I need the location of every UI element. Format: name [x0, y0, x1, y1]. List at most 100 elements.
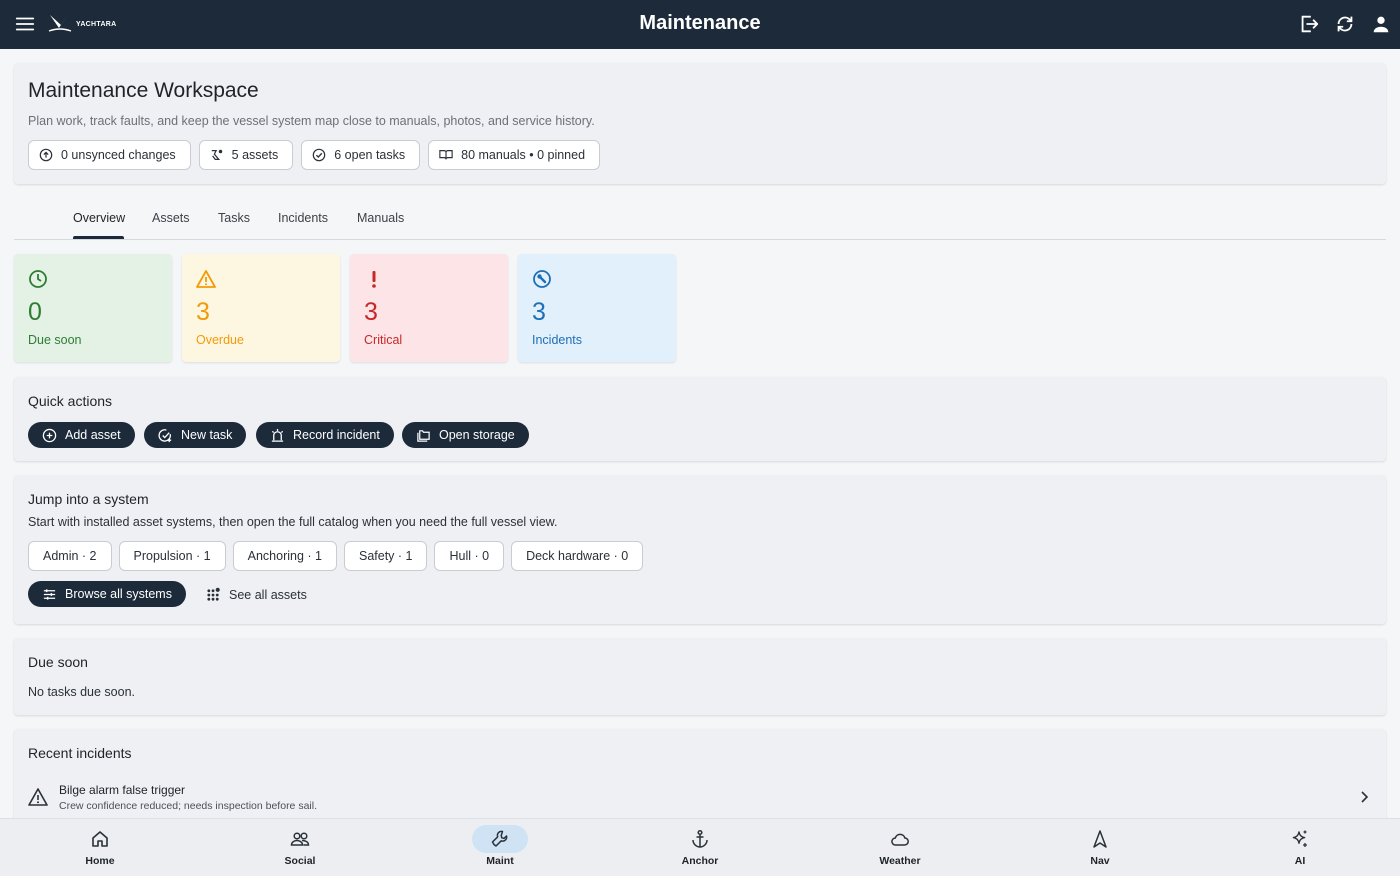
nav-item-home[interactable]: Home — [0, 819, 200, 876]
systems-title: Jump into a system — [28, 491, 149, 507]
incident-title: Bilge alarm false trigger — [59, 783, 186, 797]
incidents-stat-card[interactable]: 3 Incidents — [518, 254, 676, 362]
grid-dots-icon — [207, 587, 220, 601]
folder-copy-icon — [417, 429, 430, 442]
recent-incidents-title: Recent incidents — [28, 745, 132, 761]
tab-tasks[interactable]: Tasks — [218, 211, 250, 225]
due-soon-card: Due soon No tasks due soon. — [14, 638, 1386, 715]
stat-value: 3 — [196, 298, 210, 326]
due-soon-stat-card[interactable]: 0 Due soon — [14, 254, 172, 362]
incident-detail: Crew confidence reduced; needs inspectio… — [59, 800, 317, 812]
menu-icon[interactable] — [14, 13, 36, 35]
critical-stat-card[interactable]: 3 Critical — [350, 254, 508, 362]
link-label: See all assets — [229, 587, 307, 602]
social-icon — [290, 832, 310, 846]
record-incident-button[interactable]: Record incident — [256, 422, 394, 448]
due-soon-empty-text: No tasks due soon. — [28, 685, 136, 699]
system-chip-deck-hardware[interactable]: Deck hardware · 0 — [511, 541, 644, 571]
see-all-assets-link[interactable]: See all assets — [206, 587, 307, 602]
system-chip-propulsion[interactable]: Propulsion · 1 — [118, 541, 226, 571]
systems-subtitle: Start with installed asset systems, then… — [28, 515, 558, 529]
bottom-navigation: Home Social Maint Anchor Weather Nav AI — [0, 818, 1400, 876]
sync-icon[interactable] — [1334, 13, 1356, 35]
plus-circle-icon — [42, 428, 57, 442]
workspace-subtitle: Plan work, track faults, and keep the ve… — [28, 114, 595, 128]
stat-label: Critical — [364, 333, 403, 347]
nav-label: Social — [284, 855, 316, 867]
tune-icon — [43, 588, 56, 600]
logout-icon[interactable] — [1298, 13, 1320, 35]
warning-icon — [28, 788, 48, 806]
stat-label: Overdue — [196, 333, 244, 347]
add-asset-button[interactable]: Add asset — [28, 422, 135, 448]
book-icon — [439, 150, 453, 160]
open-storage-button[interactable]: Open storage — [402, 422, 529, 448]
navigation-icon — [1093, 830, 1107, 848]
tab-manuals[interactable]: Manuals — [357, 211, 404, 225]
anchor-icon — [692, 829, 708, 848]
home-icon — [92, 831, 108, 847]
systems-card: Jump into a system Start with installed … — [14, 475, 1386, 624]
nav-item-weather[interactable]: Weather — [800, 819, 1000, 876]
overdue-stat-card[interactable]: 3 Overdue — [182, 254, 340, 362]
incident-list-item[interactable]: Bilge alarm false trigger Crew confidenc… — [14, 777, 1386, 817]
system-chip-safety[interactable]: Safety · 1 — [343, 541, 428, 571]
open-tasks-chip[interactable]: 6 open tasks — [301, 140, 421, 170]
stat-label: Due soon — [28, 333, 82, 347]
nav-label: Weather — [879, 855, 921, 867]
button-label: Add asset — [65, 428, 121, 442]
brand-wordmark: YACHTARA — [76, 20, 117, 28]
nav-label: Maint — [486, 855, 514, 867]
nav-label: AI — [1294, 855, 1306, 867]
unsynced-changes-chip[interactable]: 0 unsynced changes — [28, 140, 191, 170]
nav-item-ai[interactable]: AI — [1200, 819, 1400, 876]
new-task-button[interactable]: New task — [144, 422, 247, 448]
cloud-icon — [891, 833, 909, 846]
stat-value: 3 — [364, 298, 378, 326]
account-icon[interactable] — [1370, 13, 1392, 35]
stat-value: 0 — [28, 298, 42, 326]
tab-overview[interactable]: Overview — [73, 211, 125, 225]
brand-logo: YACHTARA — [48, 13, 117, 35]
nav-label: Home — [85, 855, 115, 867]
nav-item-anchor[interactable]: Anchor — [600, 819, 800, 876]
nav-label: Anchor — [681, 855, 719, 867]
system-chip-hull[interactable]: Hull · 0 — [434, 541, 505, 571]
browse-all-systems-button[interactable]: Browse all systems — [28, 581, 186, 607]
stat-value: 3 — [532, 298, 546, 326]
stat-label: Incidents — [532, 333, 583, 347]
nav-item-maint[interactable]: Maint — [400, 819, 600, 876]
workspace-header: Maintenance Workspace Plan work, track f… — [14, 63, 1386, 184]
warning-icon — [196, 270, 216, 288]
check-circle-icon — [312, 148, 326, 162]
chevron-right-icon — [1361, 791, 1369, 803]
alarm-light-icon — [271, 428, 284, 442]
exclamation-icon — [372, 271, 376, 288]
nav-item-nav[interactable]: Nav — [1000, 819, 1200, 876]
quick-actions-card: Quick actions Add asset New task Record … — [14, 377, 1386, 461]
assets-icon — [211, 149, 222, 160]
active-tab-indicator — [73, 236, 124, 239]
wrench-icon — [491, 830, 508, 847]
button-label: Browse all systems — [65, 587, 172, 601]
manuals-chip[interactable]: 80 manuals • 0 pinned — [428, 140, 601, 170]
recent-incidents-card: Recent incidents Bilge alarm false trigg… — [14, 729, 1386, 824]
system-chip-admin[interactable]: Admin · 2 — [28, 541, 112, 571]
quick-actions-title: Quick actions — [28, 393, 113, 409]
chip-label: 0 unsynced changes — [61, 148, 176, 162]
chip-label: 80 manuals • 0 pinned — [461, 148, 586, 162]
task-add-icon — [158, 428, 172, 442]
tab-assets[interactable]: Assets — [152, 211, 190, 225]
section-tabs: Overview Assets Tasks Incidents Manuals — [14, 200, 1386, 240]
assets-count-chip[interactable]: 5 assets — [198, 140, 294, 170]
chip-label: 5 assets — [231, 148, 279, 162]
system-chip-anchoring[interactable]: Anchoring · 1 — [232, 541, 337, 571]
tab-incidents[interactable]: Incidents — [278, 211, 328, 225]
app-bar: YACHTARA Maintenance — [0, 0, 1400, 49]
nav-item-social[interactable]: Social — [200, 819, 400, 876]
chip-label: 6 open tasks — [334, 148, 406, 162]
sail-logo-icon — [48, 14, 72, 32]
button-label: New task — [181, 428, 233, 442]
button-label: Record incident — [293, 428, 380, 442]
page-title: Maintenance — [639, 12, 761, 34]
